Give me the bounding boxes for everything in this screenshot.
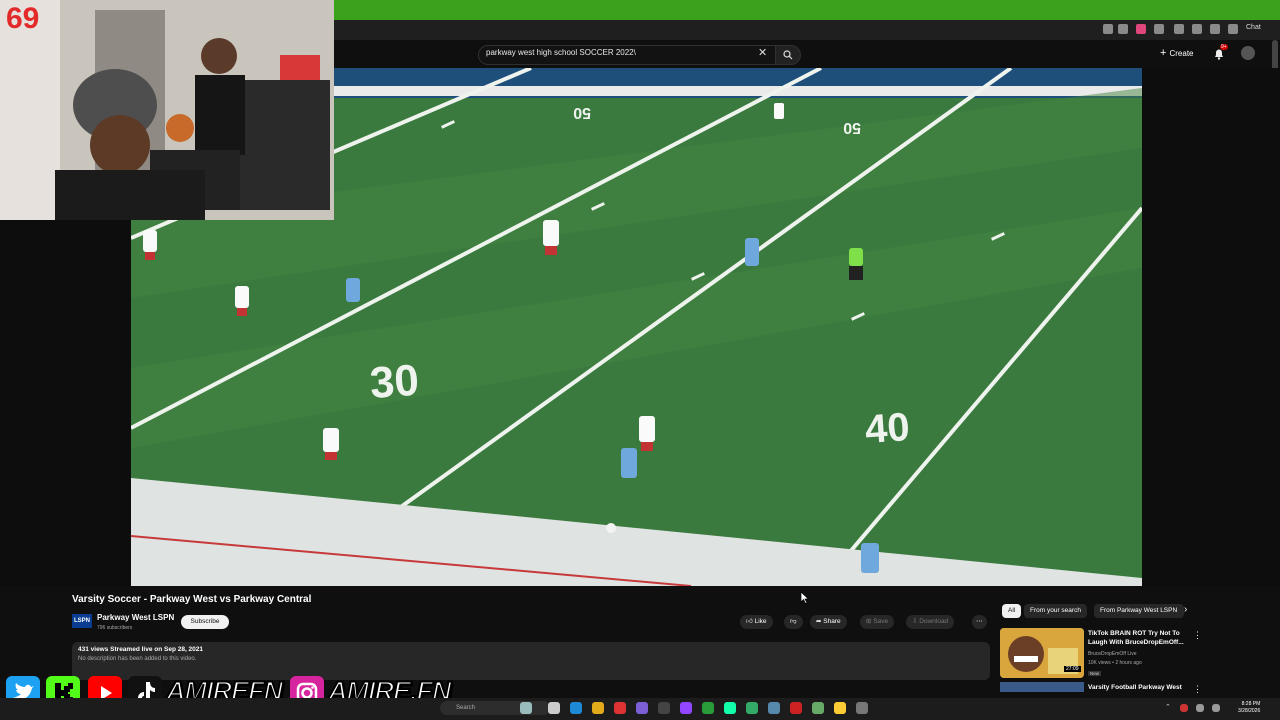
video-title: Varsity Soccer - Parkway West vs Parkway…	[72, 594, 312, 605]
task-view-icon[interactable]	[548, 702, 560, 714]
bookmark-icon[interactable]	[1118, 24, 1128, 34]
more-icon: ⋯	[976, 618, 983, 625]
notification-badge: 9+	[1220, 44, 1228, 50]
search-button[interactable]	[775, 45, 801, 65]
create-button[interactable]: + Create	[1160, 47, 1194, 59]
youtube-header	[334, 40, 1280, 68]
discord-icon[interactable]	[636, 702, 648, 714]
notifications-button[interactable]: 9+	[1213, 44, 1228, 65]
share-button[interactable]: ➦ Share	[810, 615, 847, 629]
app-icon[interactable]	[658, 702, 670, 714]
dislike-button[interactable]: 👎︎	[784, 615, 803, 629]
wifi-icon[interactable]	[1196, 704, 1204, 712]
chevron-right-icon[interactable]: ›	[1184, 604, 1187, 615]
mouse-cursor	[800, 591, 810, 609]
more-vert-icon[interactable]: ⋮	[1193, 684, 1202, 695]
search-query-text: parkway west high school SOCCER 2022\	[486, 48, 636, 57]
chat-button[interactable]: Chat	[1246, 24, 1261, 31]
taskbar-search[interactable]: Search	[440, 701, 550, 715]
new-badge: New	[1088, 671, 1102, 676]
subscriber-count: 796 subscribers	[97, 625, 133, 631]
twitch-icon[interactable]	[680, 702, 692, 714]
chip-from-search[interactable]: From your search	[1024, 604, 1087, 618]
recommendation-title[interactable]: TikTok BRAIN ROT Try Not To Laugh With B…	[1088, 629, 1190, 647]
description-box[interactable]	[72, 642, 990, 680]
chrome-icon[interactable]	[592, 702, 604, 714]
recommendation-thumbnail[interactable]	[1000, 682, 1084, 692]
app-icon[interactable]	[614, 702, 626, 714]
recommendation-title[interactable]: Varsity Football Parkway West	[1088, 684, 1182, 691]
page-background	[0, 220, 131, 586]
app-icon[interactable]	[812, 702, 824, 714]
description-stats: 431 views Streamed live on Sep 28, 2021	[78, 646, 204, 653]
chrome-icon[interactable]	[834, 702, 846, 714]
chip-from-channel[interactable]: From Parkway West LSPN	[1094, 604, 1184, 618]
xbox-icon[interactable]	[702, 702, 714, 714]
recommendation-meta: 10K views • 2 hours ago	[1088, 660, 1142, 666]
yard-number: 50	[843, 119, 861, 136]
search-icon	[783, 50, 793, 60]
page-background	[1142, 68, 1280, 586]
like-button[interactable]: 👍︎ Like	[740, 615, 773, 629]
yard-number: 40	[864, 405, 911, 452]
menu-icon[interactable]	[1228, 24, 1238, 34]
app-icon[interactable]	[746, 702, 758, 714]
stream-counter: 69	[6, 2, 40, 35]
extension-icon[interactable]	[1192, 24, 1202, 34]
extension-icon[interactable]	[1174, 24, 1184, 34]
clock-date: 3/28/2026	[1238, 708, 1261, 714]
extension-icon[interactable]	[1103, 24, 1113, 34]
thumbs-down-icon: 👎︎	[790, 618, 797, 625]
app-icon[interactable]	[768, 702, 780, 714]
pocket-icon[interactable]	[1136, 24, 1146, 34]
subscribe-button[interactable]: Subscribe	[181, 615, 229, 629]
avatar[interactable]	[1241, 46, 1255, 60]
profile-icon[interactable]	[1210, 24, 1220, 34]
app-icon[interactable]	[790, 702, 802, 714]
close-icon[interactable]: ✕	[758, 46, 767, 59]
clock-time: 8:28 PM	[1241, 701, 1261, 707]
yard-number: 30	[368, 356, 420, 408]
webcam-overlay	[0, 0, 334, 220]
edge-icon[interactable]	[570, 702, 582, 714]
webcam-image	[0, 0, 334, 220]
tray-app-icon[interactable]	[1180, 704, 1188, 712]
description-text: No description has been added to this vi…	[78, 656, 197, 662]
widgets-icon[interactable]	[520, 702, 532, 714]
video-duration: 27:09	[1064, 666, 1081, 672]
tray-chevron-icon[interactable]: ⌃	[1165, 703, 1171, 711]
extension-icon[interactable]	[1154, 24, 1164, 34]
chip-all[interactable]: All	[1002, 604, 1022, 618]
volume-icon[interactable]	[1212, 704, 1220, 712]
app-icon[interactable]	[724, 702, 736, 714]
save-button[interactable]: ⊞ Save	[860, 615, 895, 629]
more-vert-icon[interactable]: ⋮	[1193, 630, 1202, 641]
thumbs-up-icon: 👍︎	[746, 618, 755, 625]
settings-icon[interactable]	[856, 702, 868, 714]
recommendation-channel[interactable]: BruceDropEmOff Live	[1088, 651, 1137, 657]
yard-number: 50	[573, 104, 591, 121]
download-button[interactable]: ⇩ Download	[906, 615, 955, 629]
more-options-button[interactable]: ⋯	[972, 615, 987, 629]
channel-name[interactable]: Parkway West LSPN	[97, 613, 174, 622]
channel-logo[interactable]: LSPN	[72, 614, 92, 628]
taskbar-clock[interactable]: 8:28 PM 3/28/2026	[1238, 701, 1260, 715]
